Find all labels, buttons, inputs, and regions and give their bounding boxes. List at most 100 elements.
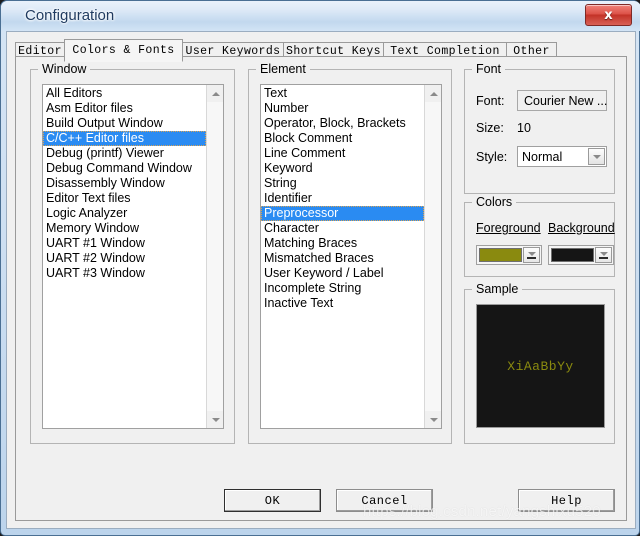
foreground-dropdown-icon[interactable] xyxy=(523,247,540,263)
window-list-item-label: Build Output Window xyxy=(46,116,163,130)
window-list-item[interactable]: UART #2 Window xyxy=(43,251,206,266)
tab-label: Colors & Fonts xyxy=(72,44,175,57)
scroll-down-icon[interactable] xyxy=(207,411,223,428)
font-field-label: Font: xyxy=(476,94,505,108)
cancel-button[interactable]: Cancel xyxy=(336,489,433,512)
window-list-scrollbar[interactable] xyxy=(206,85,223,428)
element-list-items: Text Number Operator, Block, Brackets Block… xyxy=(261,85,424,428)
element-list-item-label: Preprocessor xyxy=(264,206,339,220)
window-list-item-label: UART #3 Window xyxy=(46,266,145,280)
window-list-item[interactable]: C/C++ Editor files xyxy=(43,131,206,146)
size-value: 10 xyxy=(517,121,531,135)
ok-button-label: OK xyxy=(264,493,281,508)
font-picker-value: Courier New ... xyxy=(524,93,608,108)
window-list-items: All Editors Asm Editor files Build Output … xyxy=(43,85,206,428)
window-list-item-label: Asm Editor files xyxy=(46,101,133,115)
window-list-item[interactable]: Logic Analyzer xyxy=(43,206,206,221)
tab-colors-fonts[interactable]: Colors & Fonts xyxy=(64,39,183,62)
element-list-item[interactable]: Matching Braces xyxy=(261,236,424,251)
scroll-up-icon[interactable] xyxy=(207,85,223,102)
scroll-down-icon[interactable] xyxy=(425,411,441,428)
foreground-label: Foreground xyxy=(476,221,541,235)
window-list-item-label: Debug (printf) Viewer xyxy=(46,146,164,160)
element-list-item-label: String xyxy=(264,176,297,190)
help-button-label: Help xyxy=(551,493,582,508)
element-list-item[interactable]: Number xyxy=(261,101,424,116)
element-list-item[interactable]: Mismatched Braces xyxy=(261,251,424,266)
close-button[interactable]: x xyxy=(585,4,632,26)
tab-page-colors-and-fonts: Window All Editors Asm Editor files Build … xyxy=(15,57,627,521)
element-list-item-label: Mismatched Braces xyxy=(264,251,374,265)
foreground-color-picker[interactable] xyxy=(476,245,542,265)
window-list-item[interactable]: UART #1 Window xyxy=(43,236,206,251)
element-list-item[interactable]: Incomplete String xyxy=(261,281,424,296)
chevron-down-icon[interactable] xyxy=(588,148,605,165)
style-field-label: Style: xyxy=(476,150,508,164)
element-list-item[interactable]: String xyxy=(261,176,424,191)
window-list-item-label: All Editors xyxy=(46,86,103,100)
element-list-item[interactable]: Line Comment xyxy=(261,146,424,161)
element-list-item[interactable]: User Keyword / Label xyxy=(261,266,424,281)
element-list-item-label: Operator, Block, Brackets xyxy=(264,116,406,130)
window-list-item-label: UART #2 Window xyxy=(46,251,145,265)
element-list-item-label: Keyword xyxy=(264,161,313,175)
element-list-scroll-track[interactable] xyxy=(425,102,441,411)
element-list-item[interactable]: Operator, Block, Brackets xyxy=(261,116,424,131)
dialog-client-area: Editor Colors & Fonts User Keywords Shortcu… xyxy=(6,31,636,529)
window-list-item[interactable]: All Editors xyxy=(43,86,206,101)
configuration-window: Configuration x Editor Colors & Fonts User… xyxy=(0,0,640,536)
style-select[interactable]: Normal xyxy=(517,146,607,167)
element-list-item[interactable]: Preprocessor xyxy=(261,206,424,221)
window-list-item[interactable]: Disassembly Window xyxy=(43,176,206,191)
background-color-picker[interactable] xyxy=(548,245,614,265)
window-list-item-label: Disassembly Window xyxy=(46,176,165,190)
window-listbox[interactable]: All Editors Asm Editor files Build Output … xyxy=(42,84,224,429)
sample-text: XiAaBbYy xyxy=(507,358,574,374)
font-group-legend: Font xyxy=(472,62,506,76)
background-dropdown-icon[interactable] xyxy=(595,247,612,263)
background-color-swatch[interactable] xyxy=(551,248,594,262)
font-group: Font Font: Courier New ... Size: 10 Styl… xyxy=(464,62,615,194)
window-list-item-label: Editor Text files xyxy=(46,191,131,205)
window-list-item[interactable]: Debug (printf) Viewer xyxy=(43,146,206,161)
element-group: Element Text Number Operator, Block, Brack… xyxy=(248,62,452,444)
element-group-legend: Element xyxy=(256,62,310,76)
element-list-item-label: Number xyxy=(264,101,309,115)
scroll-up-icon[interactable] xyxy=(425,85,441,102)
window-list-item-label: Logic Analyzer xyxy=(46,206,128,220)
element-list-item[interactable]: Inactive Text xyxy=(261,296,424,311)
element-list-item[interactable]: Text xyxy=(261,86,424,101)
close-icon: x xyxy=(604,7,613,23)
element-list-item[interactable]: Block Comment xyxy=(261,131,424,146)
window-list-item[interactable]: Build Output Window xyxy=(43,116,206,131)
window-group-legend: Window xyxy=(38,62,91,76)
help-button[interactable]: Help xyxy=(518,489,615,512)
window-list-item[interactable]: UART #3 Window xyxy=(43,266,206,281)
element-list-item-label: Matching Braces xyxy=(264,236,358,250)
ok-button[interactable]: OK xyxy=(224,489,321,512)
foreground-color-swatch[interactable] xyxy=(479,248,522,262)
element-list-item-label: Character xyxy=(264,221,319,235)
element-list-item-label: Line Comment xyxy=(264,146,346,160)
colors-group-legend: Colors xyxy=(472,195,517,209)
window-list-item[interactable]: Debug Command Window xyxy=(43,161,206,176)
element-listbox[interactable]: Text Number Operator, Block, Brackets Block… xyxy=(260,84,442,429)
element-list-scrollbar[interactable] xyxy=(424,85,441,428)
window-list-item[interactable]: Editor Text files xyxy=(43,191,206,206)
element-list-item[interactable]: Identifier xyxy=(261,191,424,206)
element-list-item[interactable]: Character xyxy=(261,221,424,236)
colors-group: Colors Foreground Background xyxy=(464,195,615,277)
element-list-item-label: User Keyword / Label xyxy=(264,266,384,280)
window-group: Window All Editors Asm Editor files Build … xyxy=(30,62,235,444)
window-list-item-label: UART #1 Window xyxy=(46,236,145,250)
font-picker-button[interactable]: Courier New ... xyxy=(517,90,607,111)
window-list-scroll-track[interactable] xyxy=(207,102,223,411)
sample-group: Sample XiAaBbYy xyxy=(464,282,615,444)
window-list-item-label: Debug Command Window xyxy=(46,161,192,175)
title-bar[interactable]: Configuration x xyxy=(1,1,640,31)
window-list-item[interactable]: Memory Window xyxy=(43,221,206,236)
element-list-item-label: Text xyxy=(264,86,287,100)
cancel-button-label: Cancel xyxy=(361,493,408,508)
window-list-item[interactable]: Asm Editor files xyxy=(43,101,206,116)
element-list-item[interactable]: Keyword xyxy=(261,161,424,176)
